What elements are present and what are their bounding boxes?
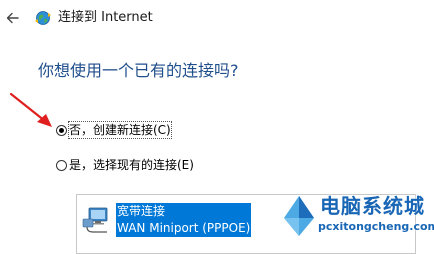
option-label: 是，选择现有的连接(E) (69, 158, 194, 172)
window-title: 连接到 Internet (58, 10, 153, 25)
option-use-existing-connection[interactable]: 是，选择现有的连接(E) (56, 156, 194, 174)
connection-name: 宽带连接 (116, 203, 252, 220)
radio-button-unchecked[interactable] (56, 159, 67, 171)
page-question: 你想使用一个已有的连接吗? (38, 61, 239, 80)
list-item[interactable]: 宽带连接 WAN Miniport (PPPOE) (81, 203, 252, 243)
watermark: 电脑系统城 pcxitongcheng.com (282, 190, 434, 246)
option-label: 否，创建新连接(C) (68, 121, 172, 139)
watermark-url: pcxitongcheng.com (318, 220, 434, 233)
internet-connection-icon (35, 11, 51, 25)
back-arrow-icon[interactable] (2, 7, 24, 29)
annotation-arrow-icon (9, 92, 52, 127)
watermark-title: 电脑系统城 (320, 194, 425, 218)
broadband-network-icon (82, 207, 108, 233)
radio-button-checked[interactable] (56, 124, 67, 136)
connection-device: WAN Miniport (PPPOE) (116, 220, 252, 237)
option-create-new-connection[interactable]: 否，创建新连接(C) (56, 121, 172, 139)
watermark-logo-icon (284, 196, 314, 236)
